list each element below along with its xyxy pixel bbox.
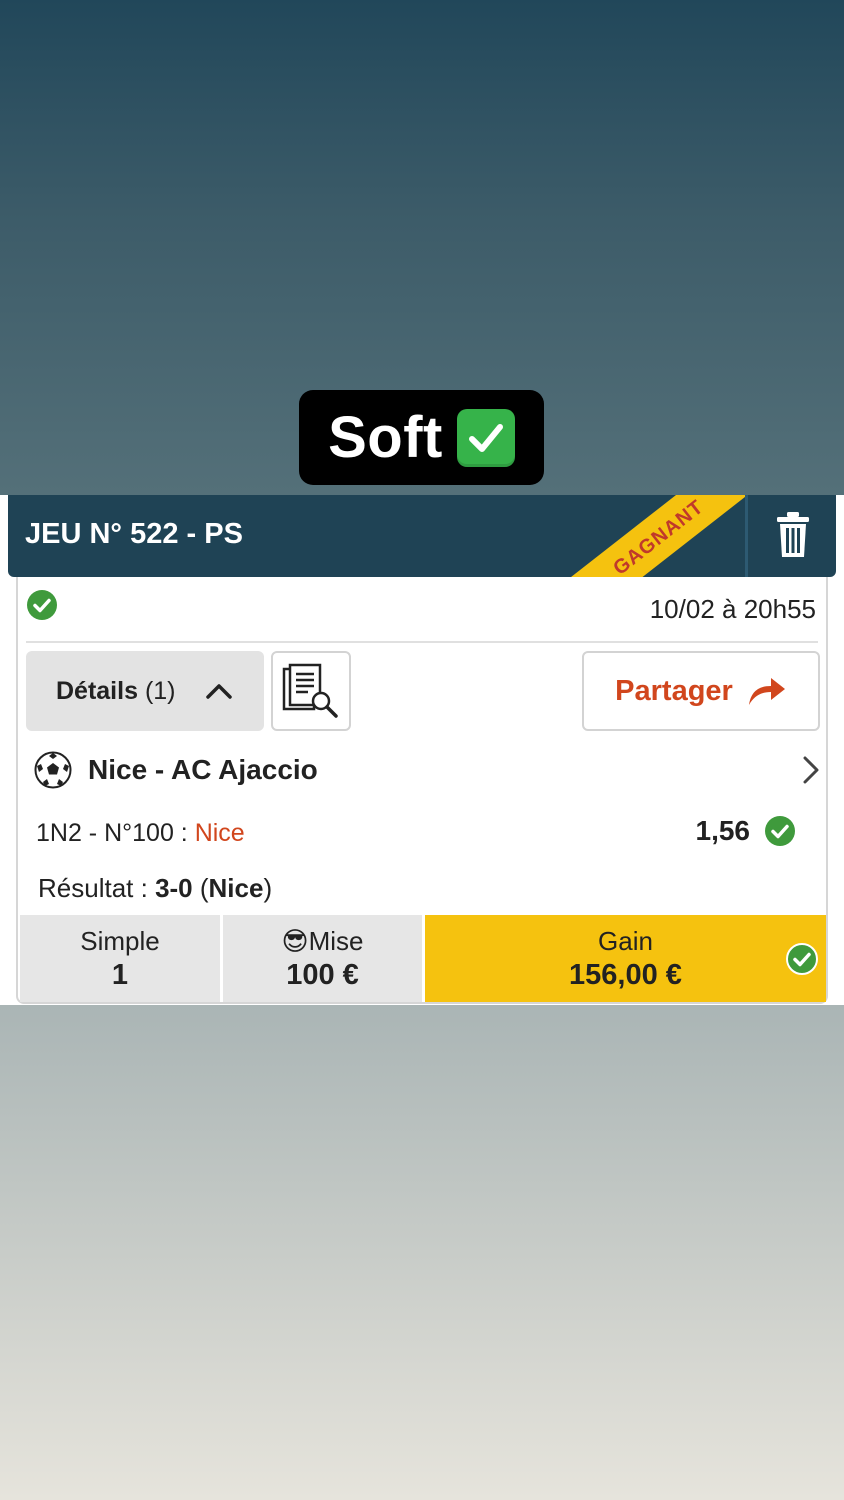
trash-icon xyxy=(777,512,809,557)
gain-label: Gain xyxy=(598,925,653,956)
odds-group: 1,56 xyxy=(696,815,797,847)
odds-value: 1,56 xyxy=(695,815,751,846)
winner-ribbon: GAGNANT xyxy=(549,495,767,577)
chevron-right-icon xyxy=(803,756,819,784)
ticket-title: JEU N° 522 - PS xyxy=(25,518,243,550)
bet-type-cell: Simple 1 xyxy=(20,915,220,1002)
bet-type-value: 1 xyxy=(111,958,129,991)
check-mark-button-icon xyxy=(456,408,515,467)
bet-pick: Nice xyxy=(194,819,245,847)
sunglasses-emoji-icon: 😎 xyxy=(281,925,309,956)
ticket-header: JEU N° 522 - PS GAGNANT xyxy=(8,495,836,577)
view-receipt-button[interactable] xyxy=(271,651,351,731)
document-search-icon xyxy=(282,663,338,718)
gain-cell: Gain 156,00 € xyxy=(422,915,826,1002)
stake-label: 😎Mise xyxy=(281,925,364,956)
delete-button[interactable] xyxy=(768,507,818,563)
share-label: Partager xyxy=(615,674,733,707)
divider xyxy=(26,641,818,643)
stake-value: 100 € xyxy=(286,958,359,991)
caption-overlay: Soft xyxy=(299,390,544,485)
result-score: 3-0 xyxy=(155,873,193,903)
result-row: Résultat : 3-0 (Nice) xyxy=(38,873,273,903)
result-prefix: Résultat : xyxy=(38,873,156,903)
details-label: Détails (1) xyxy=(56,676,176,705)
selection-won-icon xyxy=(765,816,795,846)
chevron-up-icon xyxy=(205,684,232,699)
share-arrow-icon xyxy=(748,678,785,705)
bet-summary: Simple 1 😎Mise 100 € Gain 156,00 € xyxy=(20,915,826,1002)
ticket-body: 10/02 à 20h55 Détails (1) Partager Nice … xyxy=(16,577,828,1004)
match-name: Nice - AC Ajaccio xyxy=(88,754,318,785)
caption-text: Soft xyxy=(328,405,443,470)
gain-value: 156,00 € xyxy=(569,958,682,991)
details-toggle-button[interactable]: Détails (1) xyxy=(26,651,264,731)
share-button[interactable]: Partager xyxy=(582,651,820,731)
winning-status-icon xyxy=(26,589,58,626)
soccer-ball-icon xyxy=(34,751,72,789)
stake-cell: 😎Mise 100 € xyxy=(220,915,422,1002)
gain-check-icon xyxy=(786,943,818,980)
match-row[interactable]: Nice - AC Ajaccio xyxy=(34,747,820,793)
ribbon-label: GAGNANT xyxy=(608,495,708,577)
header-divider xyxy=(745,495,748,577)
result-team: Nice xyxy=(208,873,264,903)
bet-selection-row: 1N2 - N°100 : Nice 1,56 xyxy=(36,815,796,855)
background-bottom xyxy=(0,1005,844,1500)
bet-type-label: Simple xyxy=(80,925,160,956)
bet-date: 10/02 à 20h55 xyxy=(649,594,816,624)
bet-market: 1N2 - N°100 : xyxy=(36,819,195,847)
